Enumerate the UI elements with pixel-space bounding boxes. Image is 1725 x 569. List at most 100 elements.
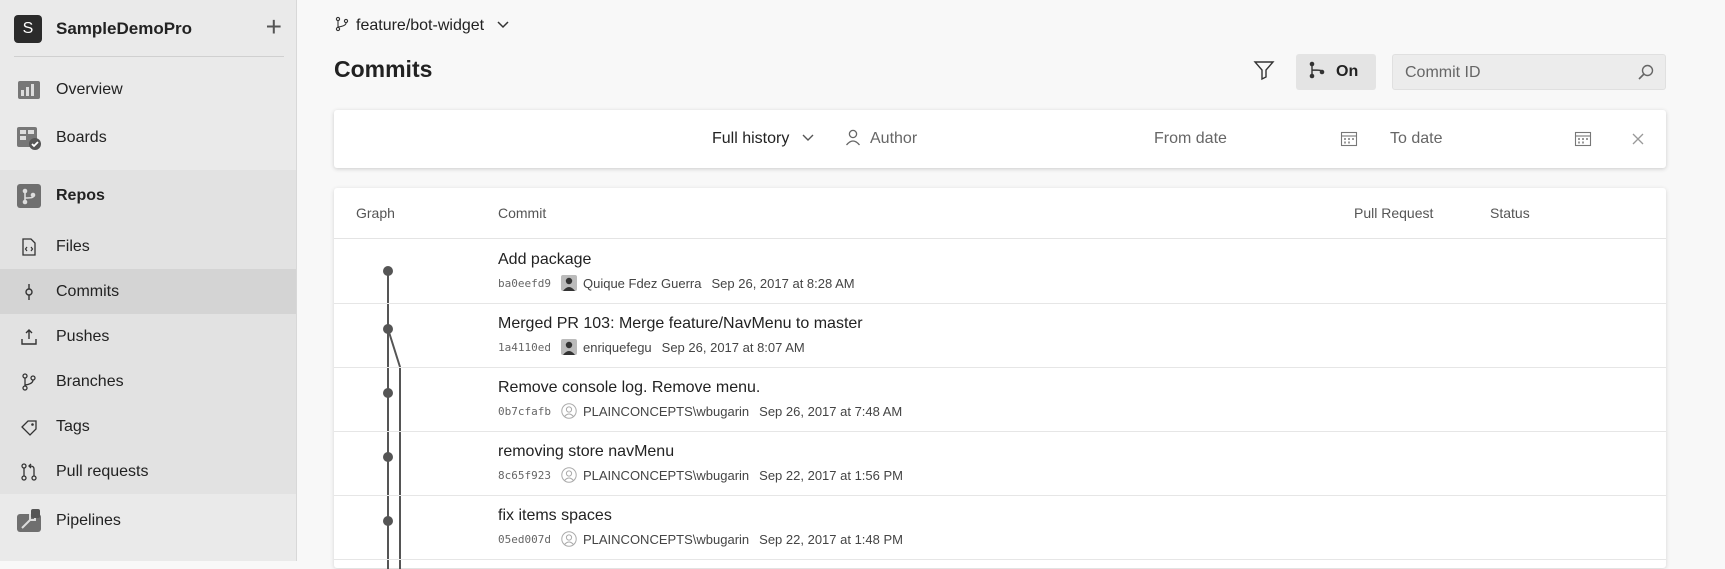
- commit-message[interactable]: removing store navMenu: [498, 443, 674, 461]
- column-header-commit: Commit: [498, 205, 547, 221]
- commit-hash[interactable]: 05ed007d: [498, 533, 551, 546]
- branch-name: feature/bot-widget: [356, 17, 485, 34]
- commit-row[interactable]: Merged PR 103: Merge feature/NavMenu to …: [334, 303, 1666, 368]
- nav-item-repos[interactable]: Repos: [0, 172, 296, 220]
- project-header[interactable]: S SampleDemoPro +: [14, 12, 284, 46]
- nav-label: Boards: [56, 129, 107, 146]
- column-header-graph: Graph: [356, 205, 395, 221]
- commit-meta: 0b7cfafb PLAINCONCEPTS\wbugarin Sep 26, …: [498, 403, 902, 419]
- repos-icon: [16, 183, 42, 209]
- nav-item-files[interactable]: Files: [0, 224, 296, 269]
- commit-date: Sep 26, 2017 at 7:48 AM: [759, 403, 903, 419]
- search-icon[interactable]: [1637, 63, 1655, 86]
- commit-message[interactable]: Remove console log. Remove menu.: [498, 379, 760, 397]
- from-date-placeholder: From date: [1154, 130, 1227, 147]
- push-icon: [16, 324, 42, 350]
- graph-icon: [1308, 60, 1326, 85]
- graph-toggle-button[interactable]: On: [1296, 54, 1376, 90]
- add-icon[interactable]: +: [266, 12, 282, 42]
- commit-hash[interactable]: 1a4110ed: [498, 341, 551, 354]
- commits-table: Graph Commit Pull Request Status Add pac…: [334, 188, 1666, 569]
- nav-label: Pipelines: [56, 512, 121, 529]
- commit-id-input[interactable]: [1403, 62, 1627, 84]
- commit-search[interactable]: [1392, 54, 1666, 90]
- chevron-down-icon: [801, 130, 815, 148]
- commit-icon: [16, 279, 42, 305]
- commit-row[interactable]: Remove console log. Remove menu. 0b7cfaf…: [334, 367, 1666, 432]
- commit-row[interactable]: Add package ba0eefd9 Quique Fdez Guerra …: [334, 239, 1666, 304]
- graph-toggle-label: On: [1336, 63, 1359, 80]
- commit-author: enriquefegu: [582, 339, 652, 355]
- column-header-status: Status: [1490, 205, 1530, 221]
- commit-hash[interactable]: 0b7cfafb: [498, 405, 551, 418]
- project-avatar: S: [14, 15, 42, 43]
- history-dropdown[interactable]: Full history: [712, 110, 815, 168]
- avatar: [560, 275, 577, 291]
- to-date-field[interactable]: To date: [1390, 110, 1442, 168]
- nav-label: Files: [56, 237, 90, 255]
- calendar-icon[interactable]: [1574, 110, 1592, 168]
- overview-icon: [16, 77, 42, 103]
- nav-item-commits[interactable]: Commits: [0, 269, 296, 314]
- nav-item-pipelines[interactable]: Pipelines: [0, 497, 296, 545]
- file-code-icon: [16, 234, 42, 260]
- commit-message[interactable]: Add package: [498, 251, 591, 269]
- branch-selector[interactable]: feature/bot-widget: [334, 14, 510, 38]
- branch-icon: [16, 369, 42, 395]
- filter-bar: Full history Author From date To date: [334, 110, 1666, 168]
- nav-label: Pushes: [56, 327, 110, 345]
- column-header-pull-request: Pull Request: [1354, 205, 1434, 221]
- page-title: Commits: [334, 56, 433, 82]
- calendar-icon[interactable]: [1340, 110, 1358, 168]
- nav-label: Branches: [56, 372, 124, 390]
- commit-date: Sep 22, 2017 at 1:56 PM: [759, 467, 903, 483]
- nav-item-overview[interactable]: Overview: [0, 66, 296, 114]
- commit-meta: ba0eefd9 Quique Fdez Guerra Sep 26, 2017…: [498, 275, 855, 291]
- avatar: [561, 403, 577, 419]
- tag-icon: [16, 414, 42, 440]
- author-placeholder: Author: [870, 130, 918, 147]
- commit-row[interactable]: removing store navMenu 8c65f923 PLAINCON…: [334, 431, 1666, 496]
- commit-hash[interactable]: ba0eefd9: [498, 277, 551, 290]
- avatar: [561, 467, 577, 483]
- branch-icon: [334, 16, 350, 37]
- nav-item-pull-requests[interactable]: Pull requests: [0, 449, 296, 494]
- avatar: [561, 531, 577, 547]
- commit-date: Sep 26, 2017 at 8:07 AM: [661, 339, 805, 355]
- nav-label: Repos: [56, 187, 105, 204]
- person-icon: [844, 128, 862, 151]
- commit-author: PLAINCONCEPTS\wbugarin: [582, 531, 750, 547]
- commit-date: Sep 22, 2017 at 1:48 PM: [759, 531, 903, 547]
- history-label: Full history: [712, 130, 790, 147]
- commit-author: PLAINCONCEPTS\wbugarin: [582, 467, 750, 483]
- nav-item-branches[interactable]: Branches: [0, 359, 296, 404]
- author-filter[interactable]: Author: [844, 110, 917, 168]
- commit-row[interactable]: fix items spaces 05ed007d PLAINCONCEPTS\…: [334, 495, 1666, 560]
- commit-author: PLAINCONCEPTS\wbugarin: [582, 403, 750, 419]
- divider: [14, 56, 284, 57]
- commit-hash[interactable]: 8c65f923: [498, 469, 551, 482]
- boards-icon: [16, 125, 42, 151]
- pipelines-icon: [16, 508, 42, 534]
- sidebar: S SampleDemoPro + Overview Boards Repos …: [0, 0, 297, 561]
- commit-meta: 8c65f923 PLAINCONCEPTS\wbugarin Sep 22, …: [498, 467, 903, 483]
- nav-label: Overview: [56, 81, 123, 98]
- nav-item-pushes[interactable]: Pushes: [0, 314, 296, 359]
- filter-icon[interactable]: [1252, 58, 1276, 82]
- nav-label: Pull requests: [56, 462, 149, 480]
- chevron-down-icon: [496, 17, 510, 35]
- nav-label: Commits: [56, 282, 120, 300]
- nav-item-boards[interactable]: Boards: [0, 114, 296, 162]
- commit-date: Sep 26, 2017 at 8:28 AM: [711, 275, 855, 291]
- nav-label: Tags: [56, 417, 90, 435]
- nav-item-tags[interactable]: Tags: [0, 404, 296, 449]
- project-name[interactable]: SampleDemoPro: [56, 19, 192, 39]
- commit-author: Quique Fdez Guerra: [582, 275, 702, 291]
- from-date-field[interactable]: From date: [1154, 110, 1227, 168]
- avatar: [560, 339, 577, 355]
- commit-message[interactable]: fix items spaces: [498, 507, 612, 525]
- commit-meta: 1a4110ed enriquefegu Sep 26, 2017 at 8:0…: [498, 339, 805, 355]
- clear-filters-icon[interactable]: [1630, 110, 1646, 168]
- commit-message[interactable]: Merged PR 103: Merge feature/NavMenu to …: [498, 315, 863, 333]
- pull-request-icon: [16, 459, 42, 485]
